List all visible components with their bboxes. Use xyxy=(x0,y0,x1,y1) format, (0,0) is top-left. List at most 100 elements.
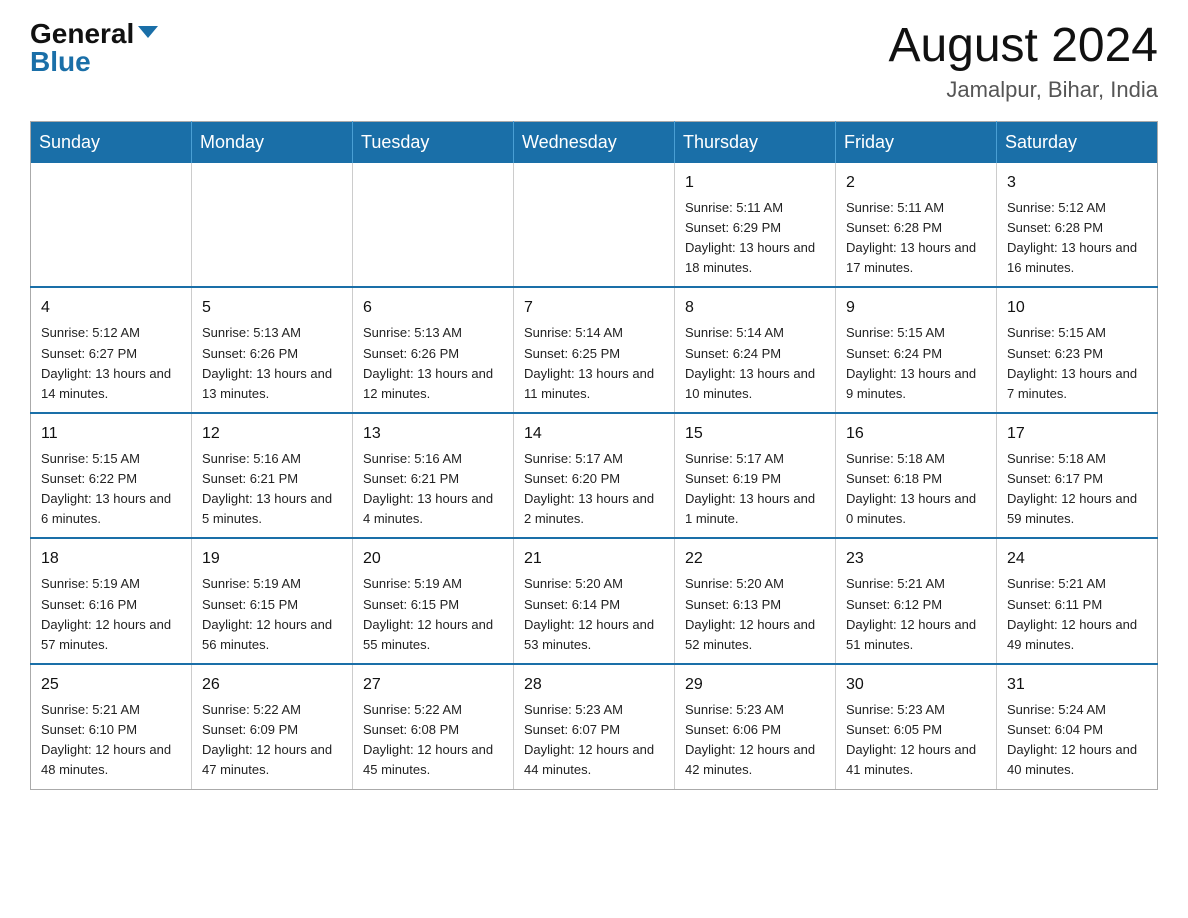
calendar-day-cell: 9Sunrise: 5:15 AM Sunset: 6:24 PM Daylig… xyxy=(836,287,997,413)
day-number: 21 xyxy=(524,547,664,571)
calendar-day-cell: 4 Sunrise: 5:12 AM Sunset: 6:27 PM Daylig… xyxy=(31,287,192,413)
calendar-day-cell xyxy=(353,163,514,288)
calendar-day-cell: 19 Sunrise: 5:19 AM Sunset: 6:15 PM Dayli… xyxy=(192,538,353,664)
calendar-day-cell: 3 Sunrise: 5:12 AM Sunset: 6:28 PM Daylig… xyxy=(997,163,1158,288)
day-number: 14 xyxy=(524,422,664,446)
day-info: Sunrise: 5:19 AM Sunset: 6:15 PM Dayligh… xyxy=(202,574,342,655)
day-number: 29 xyxy=(685,673,825,697)
logo-arrow-icon xyxy=(138,26,158,38)
calendar-day-cell: 13Sunrise: 5:16 AM Sunset: 6:21 PM Dayli… xyxy=(353,413,514,539)
day-number: 1 xyxy=(685,171,825,195)
day-info: Sunrise: 5:17 AM Sunset: 6:20 PM Dayligh… xyxy=(524,449,664,530)
day-info: Sunrise: 5:19 AM Sunset: 6:15 PM Dayligh… xyxy=(363,574,503,655)
calendar-day-cell: 23 Sunrise: 5:21 AM Sunset: 6:12 PM Dayli… xyxy=(836,538,997,664)
day-number: 16 xyxy=(846,422,986,446)
day-info: Sunrise: 5:17 AM Sunset: 6:19 PM Dayligh… xyxy=(685,449,825,530)
day-info: Sunrise: 5:20 AM Sunset: 6:13 PM Dayligh… xyxy=(685,574,825,655)
calendar-day-cell: 15 Sunrise: 5:17 AM Sunset: 6:19 PM Dayli… xyxy=(675,413,836,539)
day-info: Sunrise: 5:12 AM Sunset: 6:27 PM Dayligh… xyxy=(41,323,181,404)
day-info: Sunrise: 5:15 AM Sunset: 6:22 PM Dayligh… xyxy=(41,449,181,530)
day-info: Sunrise: 5:24 AM Sunset: 6:04 PM Dayligh… xyxy=(1007,700,1147,781)
day-info: Sunrise: 5:20 AM Sunset: 6:14 PM Dayligh… xyxy=(524,574,664,655)
calendar-day-cell: 26 Sunrise: 5:22 AM Sunset: 6:09 PM Dayli… xyxy=(192,664,353,789)
calendar-day-cell: 28Sunrise: 5:23 AM Sunset: 6:07 PM Dayli… xyxy=(514,664,675,789)
calendar-day-cell: 31 Sunrise: 5:24 AM Sunset: 6:04 PM Dayli… xyxy=(997,664,1158,789)
day-number: 7 xyxy=(524,296,664,320)
calendar-day-cell: 29 Sunrise: 5:23 AM Sunset: 6:06 PM Dayli… xyxy=(675,664,836,789)
day-info: Sunrise: 5:23 AM Sunset: 6:06 PM Dayligh… xyxy=(685,700,825,781)
day-number: 25 xyxy=(41,673,181,697)
calendar-day-cell: 6 Sunrise: 5:13 AM Sunset: 6:26 PM Daylig… xyxy=(353,287,514,413)
calendar-week-row: 4 Sunrise: 5:12 AM Sunset: 6:27 PM Daylig… xyxy=(31,287,1158,413)
calendar-day-cell: 1Sunrise: 5:11 AM Sunset: 6:29 PM Daylig… xyxy=(675,163,836,288)
day-number: 27 xyxy=(363,673,503,697)
day-number: 31 xyxy=(1007,673,1147,697)
day-number: 8 xyxy=(685,296,825,320)
calendar-day-cell: 30Sunrise: 5:23 AM Sunset: 6:05 PM Dayli… xyxy=(836,664,997,789)
calendar-day-cell xyxy=(514,163,675,288)
day-info: Sunrise: 5:16 AM Sunset: 6:21 PM Dayligh… xyxy=(202,449,342,530)
day-number: 4 xyxy=(41,296,181,320)
day-info: Sunrise: 5:22 AM Sunset: 6:08 PM Dayligh… xyxy=(363,700,503,781)
day-info: Sunrise: 5:14 AM Sunset: 6:25 PM Dayligh… xyxy=(524,323,664,404)
day-info: Sunrise: 5:21 AM Sunset: 6:11 PM Dayligh… xyxy=(1007,574,1147,655)
calendar-header-sunday: Sunday xyxy=(31,121,192,163)
calendar-day-cell: 7 Sunrise: 5:14 AM Sunset: 6:25 PM Daylig… xyxy=(514,287,675,413)
calendar-day-cell: 20 Sunrise: 5:19 AM Sunset: 6:15 PM Dayli… xyxy=(353,538,514,664)
day-info: Sunrise: 5:23 AM Sunset: 6:07 PM Dayligh… xyxy=(524,700,664,781)
calendar-day-cell: 24 Sunrise: 5:21 AM Sunset: 6:11 PM Dayli… xyxy=(997,538,1158,664)
day-number: 6 xyxy=(363,296,503,320)
calendar-header-wednesday: Wednesday xyxy=(514,121,675,163)
calendar-week-row: 25 Sunrise: 5:21 AM Sunset: 6:10 PM Dayli… xyxy=(31,664,1158,789)
day-number: 5 xyxy=(202,296,342,320)
calendar-day-cell: 10 Sunrise: 5:15 AM Sunset: 6:23 PM Dayli… xyxy=(997,287,1158,413)
day-number: 3 xyxy=(1007,171,1147,195)
page-header: General Blue August 2024 Jamalpur, Bihar… xyxy=(30,20,1158,103)
location-title: Jamalpur, Bihar, India xyxy=(888,77,1158,103)
day-number: 19 xyxy=(202,547,342,571)
title-block: August 2024 Jamalpur, Bihar, India xyxy=(888,20,1158,103)
day-info: Sunrise: 5:19 AM Sunset: 6:16 PM Dayligh… xyxy=(41,574,181,655)
day-number: 17 xyxy=(1007,422,1147,446)
day-number: 11 xyxy=(41,422,181,446)
day-info: Sunrise: 5:13 AM Sunset: 6:26 PM Dayligh… xyxy=(363,323,503,404)
day-info: Sunrise: 5:12 AM Sunset: 6:28 PM Dayligh… xyxy=(1007,198,1147,279)
day-number: 2 xyxy=(846,171,986,195)
calendar-day-cell xyxy=(192,163,353,288)
calendar-day-cell: 11 Sunrise: 5:15 AM Sunset: 6:22 PM Dayli… xyxy=(31,413,192,539)
calendar-header-tuesday: Tuesday xyxy=(353,121,514,163)
day-number: 18 xyxy=(41,547,181,571)
day-number: 15 xyxy=(685,422,825,446)
calendar-day-cell: 12 Sunrise: 5:16 AM Sunset: 6:21 PM Dayli… xyxy=(192,413,353,539)
calendar-day-cell xyxy=(31,163,192,288)
day-number: 20 xyxy=(363,547,503,571)
calendar-day-cell: 16Sunrise: 5:18 AM Sunset: 6:18 PM Dayli… xyxy=(836,413,997,539)
calendar-header-monday: Monday xyxy=(192,121,353,163)
calendar-day-cell: 22Sunrise: 5:20 AM Sunset: 6:13 PM Dayli… xyxy=(675,538,836,664)
calendar-table: SundayMondayTuesdayWednesdayThursdayFrid… xyxy=(30,121,1158,790)
day-number: 10 xyxy=(1007,296,1147,320)
calendar-week-row: 11 Sunrise: 5:15 AM Sunset: 6:22 PM Dayli… xyxy=(31,413,1158,539)
day-info: Sunrise: 5:18 AM Sunset: 6:17 PM Dayligh… xyxy=(1007,449,1147,530)
day-number: 26 xyxy=(202,673,342,697)
day-info: Sunrise: 5:22 AM Sunset: 6:09 PM Dayligh… xyxy=(202,700,342,781)
calendar-week-row: 18 Sunrise: 5:19 AM Sunset: 6:16 PM Dayli… xyxy=(31,538,1158,664)
day-info: Sunrise: 5:16 AM Sunset: 6:21 PM Dayligh… xyxy=(363,449,503,530)
calendar-header-friday: Friday xyxy=(836,121,997,163)
calendar-day-cell: 25 Sunrise: 5:21 AM Sunset: 6:10 PM Dayli… xyxy=(31,664,192,789)
logo: General Blue xyxy=(30,20,158,76)
day-info: Sunrise: 5:21 AM Sunset: 6:12 PM Dayligh… xyxy=(846,574,986,655)
logo-general-text: General xyxy=(30,20,134,48)
logo-blue-text: Blue xyxy=(30,48,91,76)
calendar-day-cell: 8Sunrise: 5:14 AM Sunset: 6:24 PM Daylig… xyxy=(675,287,836,413)
day-info: Sunrise: 5:15 AM Sunset: 6:24 PM Dayligh… xyxy=(846,323,986,404)
day-info: Sunrise: 5:11 AM Sunset: 6:28 PM Dayligh… xyxy=(846,198,986,279)
day-number: 23 xyxy=(846,547,986,571)
calendar-day-cell: 2 Sunrise: 5:11 AM Sunset: 6:28 PM Daylig… xyxy=(836,163,997,288)
day-info: Sunrise: 5:13 AM Sunset: 6:26 PM Dayligh… xyxy=(202,323,342,404)
day-info: Sunrise: 5:15 AM Sunset: 6:23 PM Dayligh… xyxy=(1007,323,1147,404)
day-number: 24 xyxy=(1007,547,1147,571)
day-number: 12 xyxy=(202,422,342,446)
day-info: Sunrise: 5:21 AM Sunset: 6:10 PM Dayligh… xyxy=(41,700,181,781)
calendar-header-thursday: Thursday xyxy=(675,121,836,163)
